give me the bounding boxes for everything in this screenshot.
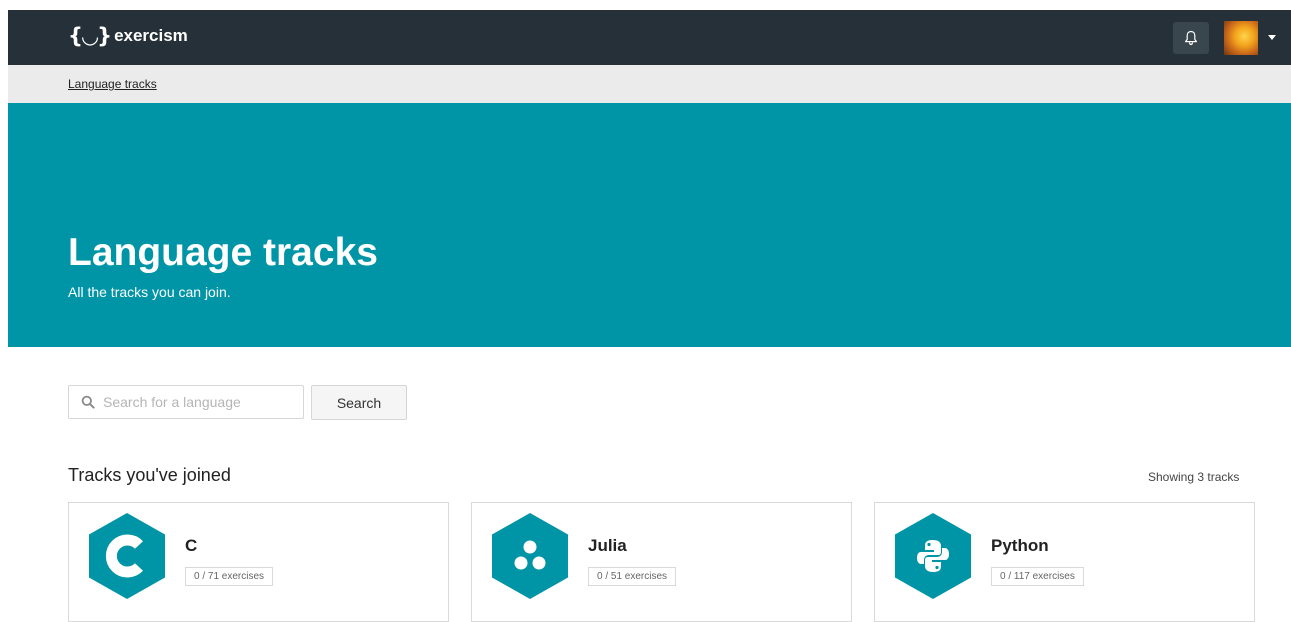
- chevron-down-icon[interactable]: [1268, 35, 1276, 40]
- notifications-button[interactable]: [1173, 22, 1209, 54]
- exercise-count-badge: 0 / 71 exercises: [185, 567, 274, 586]
- user-avatar[interactable]: [1224, 21, 1258, 55]
- tracks-count-label: Showing 3 tracks: [1148, 470, 1240, 484]
- search-field[interactable]: [68, 385, 304, 419]
- search-input[interactable]: [101, 393, 295, 411]
- breadcrumb: Language tracks: [8, 65, 1291, 103]
- search-icon: [81, 395, 95, 409]
- track-card-julia[interactable]: Julia 0 / 51 exercises: [471, 502, 852, 622]
- exercism-logo[interactable]: {◡} exercism: [68, 24, 188, 48]
- track-name: C: [185, 536, 198, 555]
- track-card-python[interactable]: Python 0 / 117 exercises: [874, 502, 1255, 622]
- logo-wordmark: exercism: [114, 26, 188, 45]
- julia-logo-icon: [492, 513, 568, 599]
- top-navigation-bar: {◡} exercism: [8, 10, 1291, 65]
- track-card-c[interactable]: C 0 / 71 exercises: [68, 502, 449, 622]
- c-logo-icon: [89, 513, 165, 599]
- track-name: Julia: [588, 536, 627, 555]
- search-button[interactable]: Search: [311, 385, 407, 420]
- exercise-count-badge: 0 / 51 exercises: [588, 567, 677, 586]
- exercise-count-badge: 0 / 117 exercises: [991, 567, 1084, 586]
- joined-tracks-heading: Tracks you've joined: [68, 465, 231, 485]
- hero-banner: Language tracks All the tracks you can j…: [8, 103, 1291, 347]
- logo-mark-icon: {◡}: [68, 24, 112, 48]
- breadcrumb-link-language-tracks[interactable]: Language tracks: [68, 77, 157, 91]
- bell-icon: [1185, 30, 1197, 46]
- page-title: Language tracks: [68, 231, 378, 274]
- page-subtitle: All the tracks you can join.: [68, 284, 231, 300]
- python-logo-icon: [895, 513, 971, 599]
- track-name: Python: [991, 536, 1049, 555]
